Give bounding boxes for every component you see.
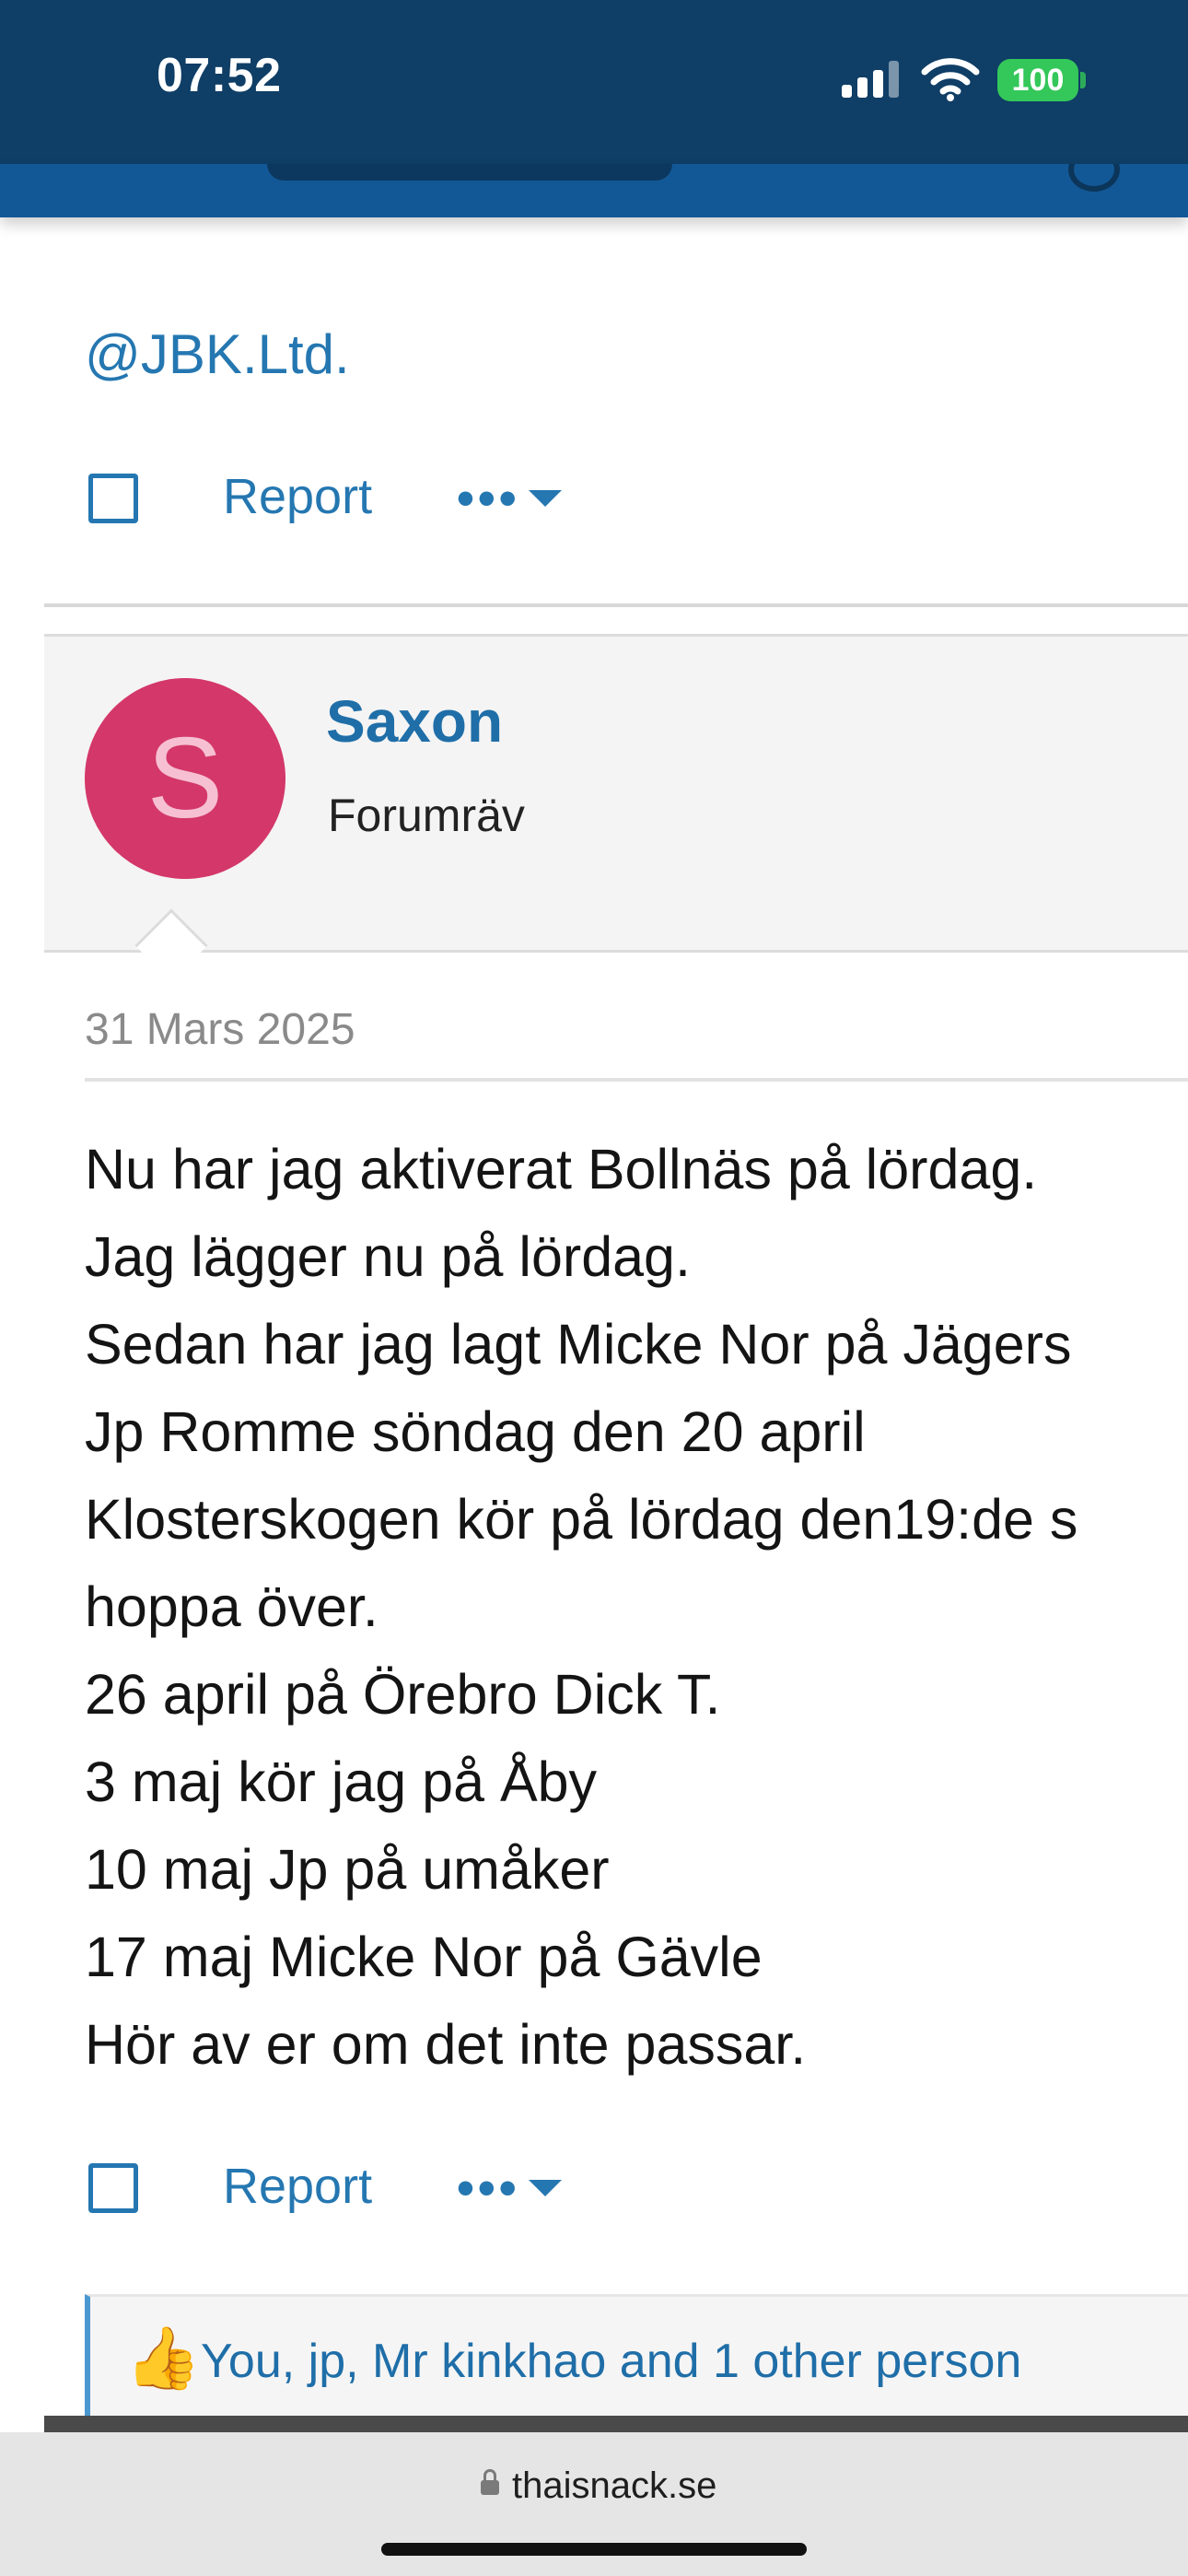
header-search-icon[interactable] xyxy=(1068,164,1120,192)
lock-icon xyxy=(481,2469,499,2495)
avatar[interactable]: S xyxy=(85,678,285,879)
report-link[interactable]: Report xyxy=(223,468,372,525)
select-post-checkbox[interactable] xyxy=(88,474,138,523)
post-username[interactable]: Saxon xyxy=(326,687,503,755)
post-line: hoppa över. xyxy=(85,1575,379,1638)
footer-divider xyxy=(44,2416,1188,2432)
battery-icon: 100 xyxy=(997,59,1078,101)
signal-icon xyxy=(842,61,901,98)
post-date[interactable]: 31 Mars 2025 xyxy=(85,1004,355,1055)
post-line: Jag lägger nu på lördag. xyxy=(85,1225,691,1288)
reactions-bar[interactable]: 👍 You, jp, Mr kinkhao and 1 other person xyxy=(85,2294,1188,2423)
site-header[interactable] xyxy=(0,164,1188,217)
battery-nub xyxy=(1080,72,1086,88)
post-line: 17 maj Micke Nor på Gävle xyxy=(85,1926,763,1988)
home-indicator[interactable] xyxy=(381,2543,807,2556)
post-line: Klosterskogen kör på lördag den19:de s xyxy=(85,1488,1078,1551)
wifi-icon xyxy=(921,58,980,101)
user-mention-link[interactable]: @JBK.Ltd. xyxy=(85,322,350,386)
post-line: Nu har jag aktiverat Bollnäs på lördag. xyxy=(85,1138,1038,1200)
status-time: 07:52 xyxy=(157,49,282,102)
post-line: Hör av er om det inte passar. xyxy=(85,2013,807,2076)
post-line: Jp Romme söndag den 20 april xyxy=(85,1400,866,1463)
reactions-summary[interactable]: You, jp, Mr kinkhao and 1 other person xyxy=(201,2334,1021,2389)
url-text[interactable]: thaisnack.se xyxy=(512,2465,716,2507)
post-body: Nu har jag aktiverat Bollnäs på lördag. … xyxy=(85,1126,1077,2089)
post-line: 26 april på Örebro Dick T. xyxy=(85,1663,721,1726)
chevron-down-icon xyxy=(529,490,562,507)
report-link[interactable]: Report xyxy=(223,2158,372,2215)
more-dots-icon: ••• xyxy=(457,2160,520,2216)
date-divider xyxy=(85,1078,1188,1082)
more-dots-icon: ••• xyxy=(457,471,520,526)
site-logo[interactable] xyxy=(267,164,672,181)
more-options-button[interactable]: ••• xyxy=(457,2160,520,2217)
status-bar: 07:52 100 xyxy=(0,0,1188,164)
chevron-down-icon xyxy=(529,2180,562,2196)
post-line: Sedan har jag lagt Micke Nor på Jägers xyxy=(85,1313,1072,1376)
select-post-checkbox[interactable] xyxy=(88,2163,138,2213)
user-title: Forumräv xyxy=(328,790,525,841)
browser-address-bar[interactable]: thaisnack.se xyxy=(0,2432,1188,2576)
post-line: 3 maj kör jag på Åby xyxy=(85,1751,598,1813)
more-options-button[interactable]: ••• xyxy=(457,470,520,527)
thumbs-up-icon: 👍 xyxy=(125,2324,202,2392)
post-divider xyxy=(44,603,1188,607)
post-line: 10 maj Jp på umåker xyxy=(85,1838,610,1901)
